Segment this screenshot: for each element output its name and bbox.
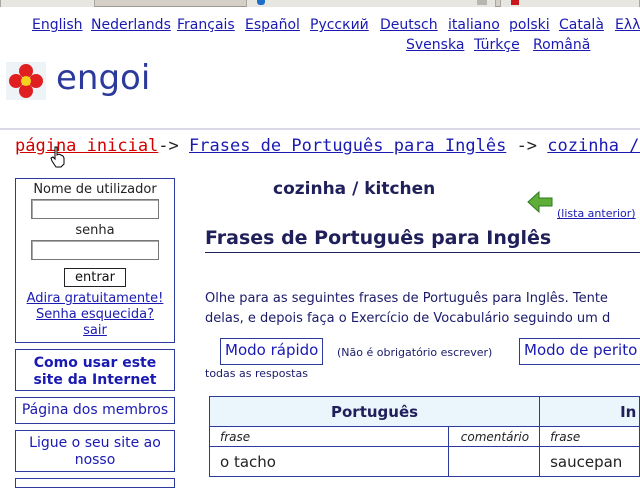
lang-link-russian[interactable]: Русский bbox=[310, 17, 369, 33]
cell-portuguese: o tacho bbox=[209, 446, 449, 477]
password-input[interactable] bbox=[31, 240, 159, 260]
username-input[interactable] bbox=[31, 199, 159, 219]
browser-tab[interactable] bbox=[500, 0, 640, 7]
previous-list-link[interactable]: (lista anterior) bbox=[557, 207, 636, 220]
lang-link-polski[interactable]: polski bbox=[509, 17, 550, 33]
page-title: cozinha / kitchen bbox=[273, 179, 436, 199]
intro-line: delas, e depois faça o Exercício de Voca… bbox=[205, 311, 611, 326]
intro-text: Olhe para as seguintes frases de Portugu… bbox=[205, 289, 640, 329]
forgot-password-link[interactable]: Senha esquecida? bbox=[16, 307, 174, 323]
fast-mode-note: (Não é obrigatório escrever) bbox=[337, 346, 493, 359]
breadcrumb-separator: -> bbox=[516, 136, 538, 156]
logo-flower-icon[interactable] bbox=[6, 62, 46, 100]
lang-link-espanol[interactable]: Español bbox=[245, 17, 300, 33]
table-row: o tacho saucepan bbox=[209, 446, 640, 477]
sidebar: Nome de utilizador senha entrar Adira gr… bbox=[15, 178, 175, 488]
breadcrumb-separator: -> bbox=[158, 136, 179, 156]
hand-cursor-icon bbox=[50, 146, 65, 168]
all-answers-text: todas as respostas bbox=[205, 367, 308, 380]
tab-close-icon[interactable] bbox=[477, 0, 487, 5]
back-arrow-icon[interactable] bbox=[527, 190, 553, 214]
lang-link-nederlands[interactable]: Nederlands bbox=[91, 17, 171, 33]
lang-link-romana[interactable]: Română bbox=[533, 37, 590, 53]
browser-tab-strip bbox=[0, 0, 640, 7]
lang-link-francais[interactable]: Français bbox=[177, 17, 235, 33]
column-header-portuguese: Português bbox=[208, 396, 541, 427]
browser-tab[interactable] bbox=[246, 0, 496, 7]
intro-line: Olhe para as seguintes frases de Portugu… bbox=[205, 291, 608, 306]
tab-favicon-icon bbox=[511, 0, 519, 5]
lang-link-turkce[interactable]: Türkçe bbox=[474, 37, 520, 53]
expert-mode-button[interactable]: Modo de perito bbox=[519, 338, 640, 365]
breadcrumb-level1-link[interactable]: Frases de Português para Inglês bbox=[189, 136, 506, 156]
browser-tab[interactable] bbox=[0, 0, 95, 7]
section-title: Frases de Português para Inglês bbox=[205, 228, 640, 253]
logo-text[interactable]: engoi bbox=[56, 58, 150, 98]
lang-link-english[interactable]: English bbox=[32, 17, 83, 33]
column-header-english: In bbox=[539, 396, 640, 427]
join-link[interactable]: Adira gratuitamente! bbox=[16, 291, 174, 307]
login-box: Nome de utilizador senha entrar Adira gr… bbox=[15, 178, 175, 343]
breadcrumb-home-link[interactable]: página inicial bbox=[15, 136, 158, 156]
lang-link-svenska[interactable]: Svenska bbox=[406, 37, 464, 53]
sidebar-item-members-page[interactable]: Página dos membros bbox=[15, 397, 175, 424]
password-label: senha bbox=[75, 223, 115, 238]
lang-link-catala[interactable]: Català bbox=[559, 17, 604, 33]
phrase-table: Português In frase comentário frase o ta… bbox=[208, 396, 640, 477]
fast-mode-button[interactable]: Modo rápido bbox=[220, 338, 324, 365]
lang-link-deutsch[interactable]: Deutsch bbox=[380, 17, 438, 33]
logout-link[interactable]: sair bbox=[16, 323, 174, 339]
sidebar-item-how-to-use[interactable]: Como usar este site da Internet bbox=[15, 349, 175, 391]
lang-link-greek[interactable]: Ελλ bbox=[615, 17, 640, 33]
sidebar-item-link-site[interactable]: Ligue o seu site ao nosso bbox=[15, 430, 175, 472]
lang-link-italiano[interactable]: italiano bbox=[448, 17, 500, 33]
cell-english: saucepan bbox=[539, 446, 640, 477]
subheader-phrase: frase bbox=[209, 426, 449, 447]
breadcrumb-level2-link[interactable]: cozinha / kitc bbox=[547, 136, 640, 156]
breadcrumb: página inicial-> Frases de Português par… bbox=[0, 128, 640, 166]
login-button[interactable]: entrar bbox=[64, 268, 126, 287]
tab-favicon-icon bbox=[257, 0, 265, 5]
subheader-comment: comentário bbox=[447, 426, 541, 447]
subheader-phrase-en: frase bbox=[539, 426, 640, 447]
cell-comment bbox=[447, 446, 541, 477]
username-label: Nome de utilizador bbox=[33, 182, 157, 197]
